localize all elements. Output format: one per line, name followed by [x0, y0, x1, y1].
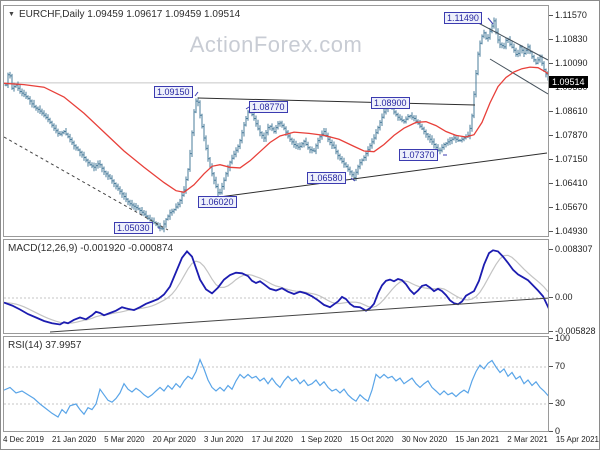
date-axis[interactable]: 4 Dec 2019 21 Jan 2020 5 Mar 2020 20 Apr 20… [3, 435, 599, 449]
chart-title: ▼ EURCHF,Daily 1.09459 1.09617 1.09459 1.… [8, 9, 240, 20]
price-annotation-label[interactable]: 1.09150 [154, 86, 193, 98]
date-tick-label: 15 Oct 2020 [350, 435, 394, 444]
axis-tick [549, 403, 553, 404]
date-tick-label: 5 Mar 2020 [104, 435, 145, 444]
axis-tick-label: 70 [555, 361, 566, 371]
rsi-chart-canvas[interactable] [4, 337, 548, 431]
price-annotation-label[interactable]: 1.06020 [198, 196, 237, 208]
date-tick-label: 1 Sep 2020 [301, 435, 342, 444]
axis-tick-label: 1.10090 [555, 58, 588, 68]
price-chart-canvas[interactable] [4, 6, 548, 236]
date-tick-label: 4 Dec 2019 [3, 435, 44, 444]
axis-tick [549, 135, 553, 136]
rsi-label: RSI(14) 37.9957 [8, 340, 82, 351]
date-tick-label: 17 Jul 2020 [251, 435, 293, 444]
axis-tick [549, 231, 553, 232]
date-tick-label: 20 Apr 2020 [152, 435, 196, 444]
chart-window: ActionForex.com ▼ EURCHF,Daily 1.09459 1.… [0, 0, 600, 450]
axis-tick [549, 207, 553, 208]
axis-tick [549, 63, 553, 64]
price-chart-panel[interactable]: ActionForex.com ▼ EURCHF,Daily 1.09459 1.… [3, 5, 549, 237]
axis-tick-label: 1.04930 [555, 226, 588, 236]
axis-tick-label: 1.11570 [555, 10, 587, 20]
axis-tick-label: 100 [555, 333, 571, 343]
price-annotation-label[interactable]: 1.08770 [249, 101, 288, 113]
macd-label: MACD(12,26,9) -0.001920 -0.000874 [8, 243, 174, 254]
axis-tick [549, 297, 553, 298]
macd-panel[interactable]: MACD(12,26,9) -0.001920 -0.000874 [3, 239, 549, 334]
axis-tick-label: 1.10830 [555, 34, 588, 44]
axis-tick-label: 30 [555, 398, 566, 408]
axis-tick-label: 1.06410 [555, 178, 588, 188]
rsi-panel[interactable]: RSI(14) 37.9957 [3, 336, 549, 432]
chart-title-text: EURCHF,Daily 1.09459 1.09617 1.09459 1.0… [18, 9, 241, 20]
price-annotation-label[interactable]: 1.05030 [114, 222, 153, 234]
axis-tick-label: 1.08610 [555, 106, 588, 116]
price-axis[interactable]: 1.115701.108301.100901.093501.086101.078… [549, 1, 599, 449]
price-annotation-label[interactable]: 1.11490 [444, 12, 482, 24]
current-price-tag: 1.09514 [549, 76, 588, 88]
axis-tick [549, 159, 553, 160]
axis-tick [549, 338, 553, 339]
axis-tick [549, 15, 553, 16]
date-tick-label: 15 Apr 2021 [555, 435, 599, 444]
axis-tick-label: 1.07150 [555, 154, 588, 164]
date-tick-label: 15 Jan 2021 [455, 435, 500, 444]
axis-tick [549, 431, 553, 432]
axis-tick [549, 39, 553, 40]
dropdown-icon: ▼ [8, 11, 15, 18]
axis-tick-label: 0.008307 [555, 244, 593, 254]
date-tick-label: 30 Nov 2020 [401, 435, 448, 444]
price-annotation-label[interactable]: 1.08900 [371, 97, 410, 109]
date-tick-label: 3 Jun 2020 [203, 435, 244, 444]
axis-tick [549, 331, 553, 332]
axis-tick-label: 1.07870 [555, 130, 588, 140]
axis-tick [549, 183, 553, 184]
price-annotation-label[interactable]: 1.07370 [399, 149, 438, 161]
axis-tick [549, 366, 553, 367]
date-tick-label: 21 Jan 2020 [52, 435, 97, 444]
axis-tick [549, 111, 553, 112]
price-annotation-label[interactable]: 1.06580 [307, 172, 346, 184]
axis-tick [549, 249, 553, 250]
axis-tick-label: 0.00 [555, 292, 573, 302]
axis-tick-label: 1.05670 [555, 202, 588, 212]
date-tick-label: 2 Mar 2021 [507, 435, 548, 444]
